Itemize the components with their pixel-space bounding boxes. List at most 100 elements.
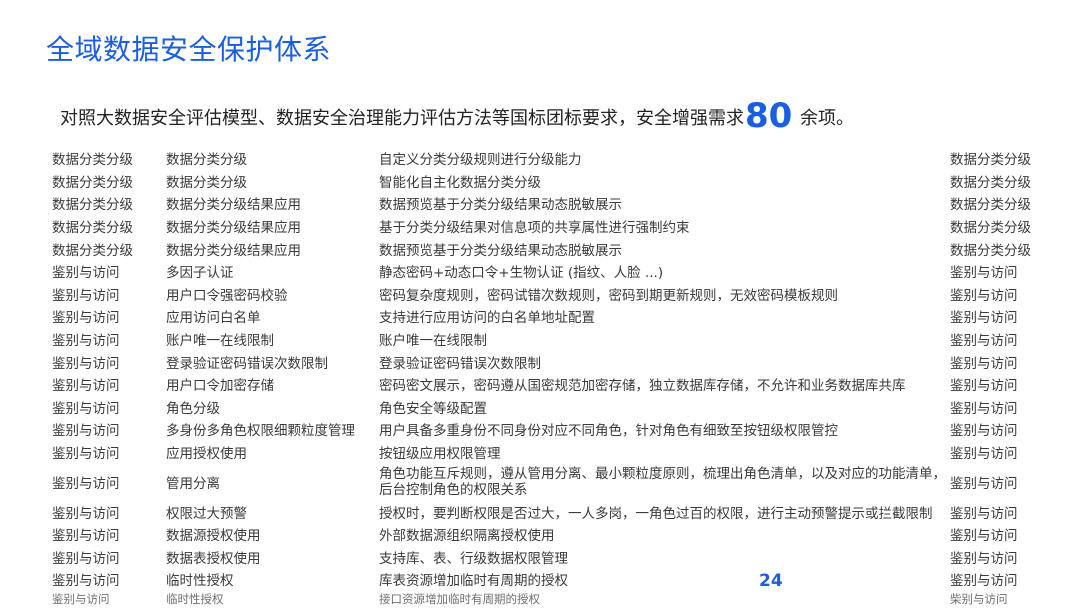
subtitle-suffix: 余项。 — [794, 108, 855, 129]
item-cell: 数据分类分级结果应用 — [166, 220, 301, 237]
table-row: 鉴别与访问 用户口令加密存储 密码密文展示，密码遵从国密规范加密存储，独立数据库存储… — [52, 373, 1042, 396]
description-cell: 接口资源增加临时有周期的授权 — [379, 591, 540, 606]
description-cell: 账户唯一在线限制 — [379, 333, 487, 350]
category-cell: 鉴别与访问 — [52, 265, 120, 282]
description-cell: 用户具备多重身份不同身份对应不同角色，针对角色有细致至按钮级权限管控 — [379, 423, 838, 440]
item-cell: 应用访问白名单 — [166, 310, 261, 327]
table-row: 数据分类分级 数据分类分级 自定义分类分级规则进行分级能力 数据分类分级 — [52, 147, 1042, 170]
page-number: 24 — [759, 571, 783, 591]
subtitle: 对照大数据安全评估模型、数据安全治理能力评估方法等国标团标要求，安全增强需求80… — [60, 96, 854, 136]
category-cell: 鉴别与访问 — [52, 333, 120, 350]
requirements-table: 数据分类分级 数据分类分级 自定义分类分级规则进行分级能力 数据分类分级 数据分类分级数… — [52, 147, 1042, 607]
category-cell: 鉴别与访问 — [52, 355, 120, 372]
description-cell: 密码复杂度规则，密码试错次数规则，密码到期更新规则，无效密码模板规则 — [379, 287, 838, 304]
table-row: 鉴别与访问 管用分离 角色功能互斥规则，遵从管用分离、最小颗粒度原则，梳理出角色清单… — [52, 463, 1042, 500]
category-cell: 鉴别与访问 — [52, 378, 120, 395]
item-cell: 临时性授权 — [166, 573, 234, 590]
description-cell: 登录验证密码错误次数限制 — [379, 355, 541, 372]
item-cell: 数据源授权使用 — [166, 528, 261, 545]
item-cell: 用户口令强密码校验 — [166, 287, 288, 304]
category-right-cell: 鉴别与访问 — [950, 310, 1018, 327]
category-cell: 鉴别与访问 — [52, 400, 120, 417]
category-right-cell: 数据分类分级 — [950, 242, 1031, 259]
category-right-cell: 鉴别与访问 — [950, 355, 1018, 372]
category-right-cell: 鉴别与访问 — [950, 528, 1018, 545]
category-right-cell: 鉴别与访问 — [950, 400, 1018, 417]
item-cell: 数据分类分级结果应用 — [166, 197, 301, 214]
description-cell: 外部数据源组织隔离授权使用 — [379, 528, 555, 545]
description-cell: 角色安全等级配置 — [379, 400, 487, 417]
category-right-cell: 鉴别与访问 — [950, 287, 1018, 304]
table-row: 鉴别与访问 临时性授权 接口资源增加临时有周期的授权 柴别与访问 — [52, 591, 1042, 607]
item-cell: 账户唯一在线限制 — [166, 333, 274, 350]
category-right-cell: 鉴别与访问 — [950, 505, 1018, 522]
table-row: 鉴别与访问 登录验证密码错误次数限制 登录验证密码错误次数限制 鉴别与访问 — [52, 350, 1042, 373]
item-cell: 多因子认证 — [166, 265, 234, 282]
description-cell: 数据预览基于分类分级结果动态脱敏展示 — [379, 197, 622, 214]
item-cell: 临时性授权 — [166, 591, 224, 606]
description-cell: 自定义分类分级规则进行分级能力 — [379, 152, 582, 169]
description-cell: 智能化自主化数据分类分级 — [379, 174, 541, 191]
table-row: 鉴别与访问 数据表授权使用 支持库、表、行级数据权限管理 鉴别与访问 — [52, 546, 1042, 569]
category-cell: 鉴别与访问 — [52, 528, 120, 545]
item-cell: 数据表授权使用 — [166, 550, 261, 567]
category-right-cell: 鉴别与访问 — [950, 573, 1018, 590]
category-right-cell: 数据分类分级 — [950, 197, 1031, 214]
subtitle-highlight-number: 80 — [745, 96, 793, 136]
category-right-cell: 鉴别与访问 — [950, 333, 1018, 350]
category-cell: 数据分类分级 — [52, 220, 133, 237]
description-cell: 库表资源增加临时有周期的授权 — [379, 573, 568, 590]
item-cell: 多身份多角色权限细颗粒度管理 — [166, 423, 355, 440]
category-cell: 鉴别与访问 — [52, 505, 120, 522]
description-cell: 按钮级应用权限管理 — [379, 446, 501, 463]
category-right-cell: 鉴别与访问 — [950, 446, 1018, 463]
table-row: 数据分类分级 数据分类分级 智能化自主化数据分类分级 数据分类分级 — [52, 170, 1042, 193]
table-row: 鉴别与访问 用户口令强密码校验 密码复杂度规则，密码试错次数规则，密码到期更新规则，… — [52, 283, 1042, 306]
description-cell: 基于分类分级结果对信息项的共享属性进行强制约束 — [379, 220, 690, 237]
category-cell: 鉴别与访问 — [52, 287, 120, 304]
table-row: 鉴别与访问 应用授权使用 按钮级应用权限管理 鉴别与访问 — [52, 441, 1042, 464]
description-cell: 支持进行应用访问的白名单地址配置 — [379, 310, 595, 327]
category-cell: 数据分类分级 — [52, 174, 133, 191]
category-cell: 数据分类分级 — [52, 242, 133, 259]
category-right-cell: 数据分类分级 — [950, 174, 1031, 191]
item-cell: 管用分离 — [166, 475, 220, 492]
category-right-cell: 鉴别与访问 — [950, 378, 1018, 395]
category-cell: 鉴别与访问 — [52, 591, 110, 606]
item-cell: 数据分类分级结果应用 — [166, 242, 301, 259]
table-row: 鉴别与访问 角色分级 角色安全等级配置 鉴别与访问 — [52, 396, 1042, 419]
item-cell: 数据分类分级 — [166, 152, 247, 169]
item-cell: 角色分级 — [166, 400, 220, 417]
category-cell: 鉴别与访问 — [52, 550, 120, 567]
description-cell: 角色功能互斥规则，遵从管用分离、最小颗粒度原则，梳理出角色清单，以及对应的功能清… — [379, 465, 946, 498]
table-row: 鉴别与访问 临时性授权 库表资源增加临时有周期的授权 鉴别与访问 — [52, 568, 1042, 591]
table-row: 鉴别与访问 多身份多角色权限细颗粒度管理 用户具备多重身份不同身份对应不同角色，针对… — [52, 418, 1042, 441]
item-cell: 权限过大预警 — [166, 505, 247, 522]
category-right-cell: 鉴别与访问 — [950, 475, 1018, 492]
description-cell: 密码密文展示，密码遵从国密规范加密存储，独立数据库存储，不允许和业务数据库共库 — [379, 378, 906, 395]
description-cell: 授权时，要判断权限是否过大，一人多岗，一角色过百的权限，进行主动预警提示或拦截限… — [379, 505, 933, 522]
category-right-cell: 数据分类分级 — [950, 152, 1031, 169]
category-right-cell: 数据分类分级 — [950, 220, 1031, 237]
item-cell: 数据分类分级 — [166, 174, 247, 191]
description-cell: 数据预览基于分类分级结果动态脱敏展示 — [379, 242, 622, 259]
subtitle-text: 对照大数据安全评估模型、数据安全治理能力评估方法等国标团标要求，安全增强需求 — [60, 108, 744, 129]
category-cell: 鉴别与访问 — [52, 310, 120, 327]
table-row: 鉴别与访问 数据源授权使用 外部数据源组织隔离授权使用 鉴别与访问 — [52, 523, 1042, 546]
table-row: 数据分类分级 数据分类分级结果应用 基于分类分级结果对信息项的共享属性进行强制约束 数… — [52, 215, 1042, 238]
category-cell: 鉴别与访问 — [52, 423, 120, 440]
table-row: 数据分类分级 数据分类分级结果应用 数据预览基于分类分级结果动态脱敏展示 数据分类分级 — [52, 237, 1042, 260]
description-cell: 静态密码+动态口令+生物认证 (指纹、人脸 ...) — [379, 265, 664, 282]
page-title: 全域数据安全保护体系 — [46, 33, 332, 66]
category-cell: 数据分类分级 — [52, 152, 133, 169]
category-right-cell: 柴别与访问 — [950, 591, 1008, 606]
category-cell: 鉴别与访问 — [52, 475, 120, 492]
category-right-cell: 鉴别与访问 — [950, 265, 1018, 282]
description-cell: 支持库、表、行级数据权限管理 — [379, 550, 568, 567]
item-cell: 应用授权使用 — [166, 446, 247, 463]
item-cell: 登录验证密码错误次数限制 — [166, 355, 328, 372]
table-row: 鉴别与访问 应用访问白名单 支持进行应用访问的白名单地址配置 鉴别与访问 — [52, 305, 1042, 328]
table-row: 鉴别与访问 账户唯一在线限制 账户唯一在线限制 鉴别与访问 — [52, 328, 1042, 351]
category-right-cell: 鉴别与访问 — [950, 550, 1018, 567]
table-row: 鉴别与访问 多因子认证 静态密码+动态口令+生物认证 (指纹、人脸 ...) 鉴别与访… — [52, 260, 1042, 283]
